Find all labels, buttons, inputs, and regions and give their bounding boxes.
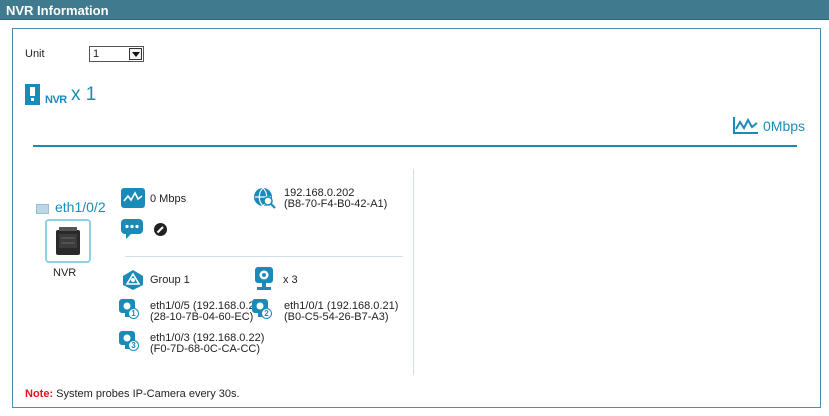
globe-search-icon <box>254 187 276 209</box>
column-divider <box>413 169 414 375</box>
edit-icon[interactable] <box>154 223 167 236</box>
camera-2-number: 2 <box>261 308 272 319</box>
device-name: NVR <box>53 267 77 279</box>
unit-label: Unit <box>25 48 45 60</box>
nvr-box-icon <box>56 227 80 255</box>
chevron-down-icon[interactable] <box>129 48 142 60</box>
camera-icon <box>255 267 273 290</box>
camera-3-icon[interactable]: 3 <box>119 331 143 355</box>
divider <box>33 145 797 147</box>
device-group: Group 1 <box>150 274 190 286</box>
device-mac: (B8-70-F4-B0-42-A1) <box>284 198 388 210</box>
nvr-device-button[interactable] <box>45 219 91 263</box>
note-prefix: Note: <box>25 388 54 400</box>
window-title: NVR Information <box>6 3 109 18</box>
camera-1-icon[interactable]: 1 <box>119 299 143 323</box>
camera-1-mac: (28-10-7B-04-60-EC) <box>150 311 254 323</box>
nvr-info-panel: Unit 1 NVR x 1 0Mbps eth1/0/2 NVR 0 Mbps… <box>12 28 821 408</box>
camera-2-mac: (B0-C5-54-26-B7-A3) <box>284 311 389 323</box>
note: Note: System probes IP-Camera every 30s. <box>25 388 240 400</box>
nvr-label: NVR <box>45 94 67 106</box>
note-text: System probes IP-Camera every 30s. <box>53 388 240 400</box>
camera-2-icon[interactable]: 2 <box>252 299 276 323</box>
camera-3-mac: (F0-7D-68-0C-CA-CC) <box>150 343 261 355</box>
section-divider <box>125 256 403 257</box>
camera-1-number: 1 <box>128 308 139 319</box>
nvr-count: x 1 <box>71 84 97 105</box>
camera-3-number: 3 <box>128 340 139 351</box>
nvr-device-icon <box>25 84 40 105</box>
bandwidth-icon <box>121 188 145 208</box>
chat-icon <box>121 219 143 239</box>
camera-count: x 3 <box>283 274 298 286</box>
title-bar: NVR Information <box>0 0 829 20</box>
group-icon <box>123 270 143 290</box>
unit-select[interactable]: 1 <box>89 46 144 62</box>
device-bandwidth: 0 Mbps <box>150 193 187 205</box>
unit-select-value: 1 <box>93 48 100 60</box>
port-icon <box>36 204 49 214</box>
device-port: eth1/0/2 <box>55 199 106 215</box>
total-bandwidth-value: 0Mbps <box>763 118 806 134</box>
bandwidth-icon <box>733 117 758 134</box>
